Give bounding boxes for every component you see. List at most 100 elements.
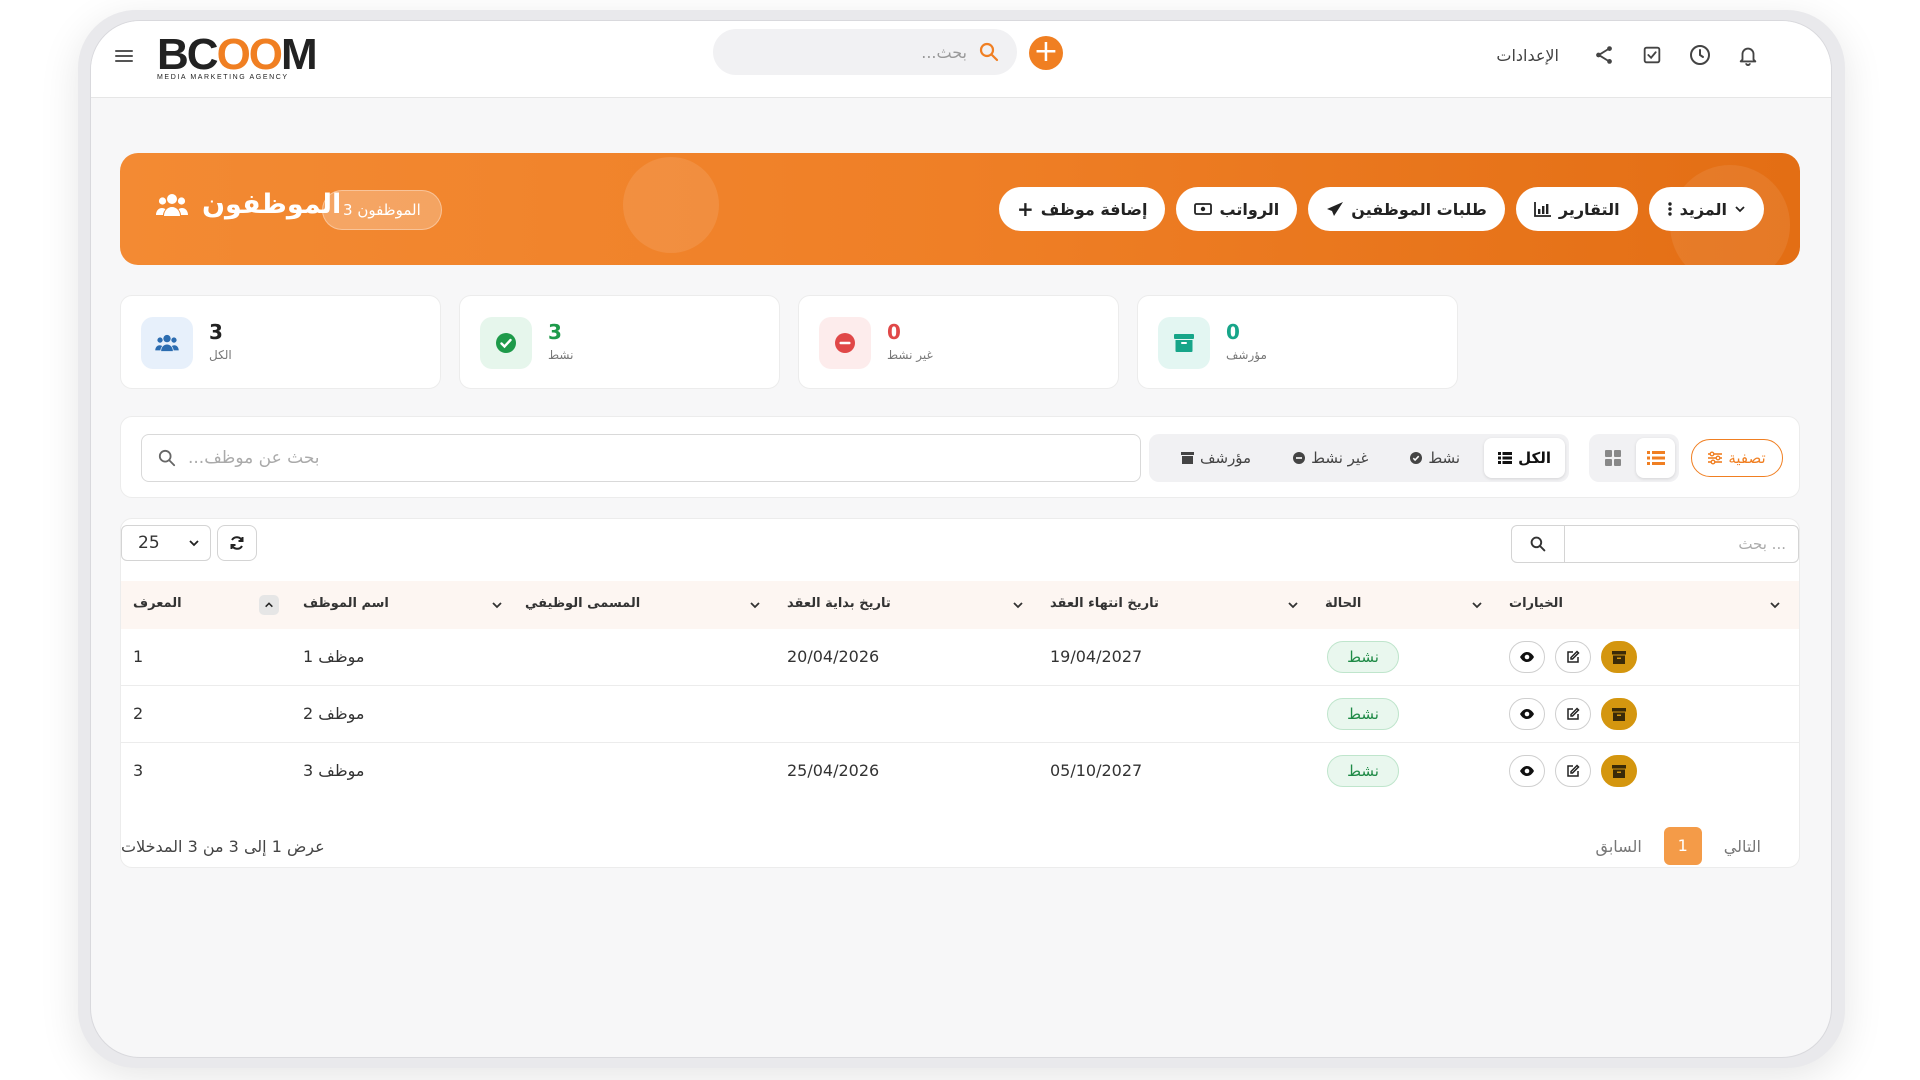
app-window: BCOOM MEDIA MARKETING AGENCY + الإعدادات [90, 20, 1832, 1058]
column-header-job-title[interactable]: المسمى الوظيفي [525, 596, 640, 611]
archive-button[interactable] [1601, 641, 1637, 673]
tab-inactive[interactable]: غير نشط [1275, 438, 1386, 478]
column-header-status[interactable]: الحالة [1325, 596, 1361, 611]
cell-name[interactable]: موظف 2 [303, 704, 364, 723]
hamburger-menu-icon[interactable] [113, 47, 135, 69]
page-number[interactable]: 1 [1663, 827, 1702, 865]
chevron-up-icon[interactable] [259, 595, 279, 615]
quick-add-button[interactable]: + [1029, 36, 1063, 70]
chevron-down-icon [1735, 206, 1745, 213]
employee-search-input[interactable] [188, 435, 1128, 481]
search-icon[interactable] [979, 42, 999, 62]
table-row: 1 موظف 1 20/04/2026 19/04/2027 نشط [121, 629, 1799, 686]
chart-icon [1533, 202, 1551, 217]
view-button[interactable] [1509, 698, 1545, 730]
reports-button[interactable]: التقارير [1515, 187, 1638, 231]
chevron-down-icon[interactable] [1769, 599, 1781, 611]
column-header-contract-end[interactable]: تاريخ انتهاء العقد [1050, 596, 1159, 611]
bell-icon[interactable] [1735, 42, 1761, 68]
column-header-contract-start[interactable]: تاريخ بداية العقد [787, 596, 891, 611]
tab-active[interactable]: نشط [1392, 438, 1478, 478]
status-badge: نشط [1327, 641, 1399, 673]
stat-value: 3 [209, 320, 223, 344]
page-header-banner: الموظفون 3 الموظفون المزيد التقارير طلبا… [120, 153, 1800, 265]
reports-button-label: التقارير [1558, 199, 1620, 219]
tab-inactive-label: غير نشط [1311, 449, 1369, 467]
global-search [713, 29, 1017, 75]
stat-value: 0 [1226, 320, 1240, 344]
stat-label: مؤرشف [1226, 348, 1267, 362]
cell-contract-start: 25/04/2026 [787, 761, 880, 780]
money-icon [1194, 203, 1213, 215]
stat-value: 3 [548, 320, 562, 344]
grid-view-icon[interactable] [1593, 438, 1632, 478]
add-employee-button-label: إضافة موظف [1040, 199, 1148, 219]
brand-logo[interactable]: BCOOM MEDIA MARKETING AGENCY [157, 30, 318, 83]
logo-tagline: MEDIA MARKETING AGENCY [157, 74, 289, 81]
global-search-input[interactable] [737, 29, 967, 75]
stat-card-active[interactable]: 3 نشط [459, 295, 780, 389]
tab-all[interactable]: الكل [1484, 438, 1565, 478]
edit-button[interactable] [1555, 755, 1591, 787]
view-button[interactable] [1509, 641, 1545, 673]
view-button[interactable] [1509, 755, 1545, 787]
cell-name[interactable]: موظف 3 [303, 761, 364, 780]
archive-button[interactable] [1601, 755, 1637, 787]
archive-icon [1158, 317, 1210, 369]
table-info: عرض 1 إلى 3 من 3 المدخلات [121, 837, 325, 856]
stat-card-all[interactable]: 3 الكل [120, 295, 441, 389]
stat-card-archived[interactable]: 0 مؤرشف [1137, 295, 1458, 389]
edit-button[interactable] [1555, 698, 1591, 730]
minus-circle-icon [819, 317, 871, 369]
salaries-button[interactable]: الرواتب [1176, 187, 1298, 231]
search-icon [1530, 536, 1546, 552]
add-employee-button[interactable]: إضافة موظف + [998, 187, 1166, 231]
chevron-down-icon[interactable] [491, 599, 503, 611]
status-badge: نشط [1327, 755, 1399, 787]
checkbox-icon[interactable] [1639, 42, 1665, 68]
column-header-name[interactable]: اسم الموظف [303, 596, 389, 611]
chevron-down-icon[interactable] [749, 599, 761, 611]
chevron-down-icon[interactable] [1012, 599, 1024, 611]
share-icon[interactable] [1591, 42, 1617, 68]
table-search-input[interactable] [1564, 526, 1798, 562]
refresh-button[interactable] [217, 525, 257, 561]
employee-requests-button[interactable]: طلبات الموظفين [1308, 187, 1505, 231]
edit-icon [1567, 650, 1580, 663]
filter-button[interactable]: تصفية [1691, 439, 1783, 477]
list-icon [1498, 452, 1513, 464]
archive-icon [1180, 452, 1194, 464]
next-page-link[interactable]: التالي [1724, 837, 1761, 856]
search-icon [158, 449, 176, 467]
logo-wordmark: BCOOM [157, 30, 318, 79]
eye-icon [1520, 766, 1534, 776]
stat-label: غير نشط [887, 348, 933, 362]
page-size-select[interactable]: 25 [121, 525, 211, 561]
clock-icon[interactable] [1687, 42, 1713, 68]
archive-icon [1612, 764, 1626, 778]
employees-table-panel: 25 المعرف اسم الموظف المسمى الوظيفي تاري… [120, 518, 1800, 868]
cell-name[interactable]: موظف 1 [303, 647, 364, 666]
table-search-button[interactable] [1512, 526, 1564, 562]
chevron-down-icon[interactable] [1471, 599, 1483, 611]
status-tabs: الكل نشط غير نشط مؤرشف [1149, 434, 1569, 482]
column-header-options[interactable]: الخيارات [1509, 596, 1563, 611]
eye-icon [1520, 652, 1534, 662]
tab-archived[interactable]: مؤرشف [1163, 438, 1269, 478]
settings-link[interactable]: الإعدادات [1496, 46, 1559, 65]
chevron-down-icon [189, 540, 199, 547]
table-search [1511, 525, 1799, 563]
edit-button[interactable] [1555, 641, 1591, 673]
list-view-icon[interactable] [1636, 438, 1675, 478]
filter-button-label: تصفية [1728, 449, 1766, 467]
page-title-group: الموظفون [156, 189, 341, 220]
archive-button[interactable] [1601, 698, 1637, 730]
archive-icon [1612, 707, 1626, 721]
prev-page-link[interactable]: السابق [1596, 837, 1642, 856]
more-button[interactable]: المزيد [1648, 187, 1764, 231]
cell-id: 3 [133, 761, 144, 780]
status-badge: نشط [1327, 698, 1399, 730]
chevron-down-icon[interactable] [1287, 599, 1299, 611]
column-header-id[interactable]: المعرف [133, 596, 182, 611]
stat-card-inactive[interactable]: 0 غير نشط [798, 295, 1119, 389]
